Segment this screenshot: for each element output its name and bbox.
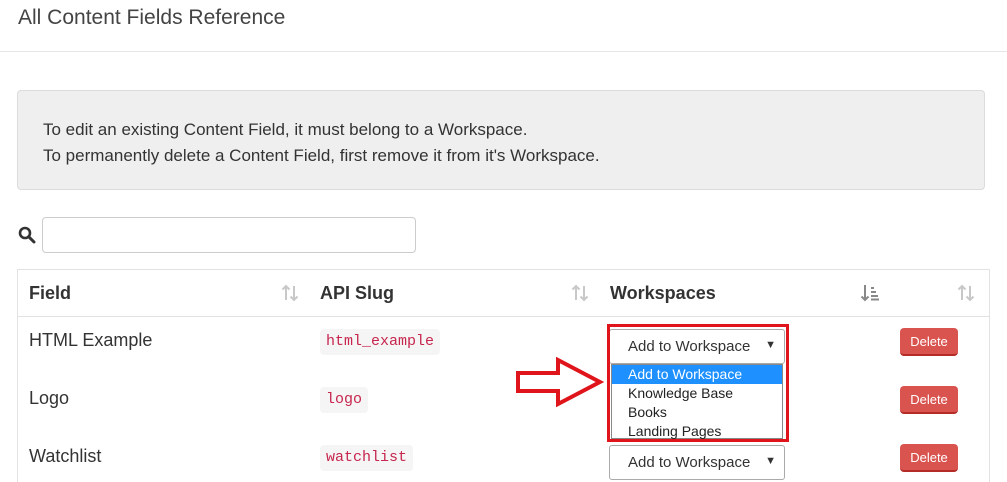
api-slug: logo: [320, 387, 369, 413]
workspace-select-value: Add to Workspace: [628, 338, 751, 355]
workspace-dropdown-list: Add to Workspace Knowledge Base Books La…: [611, 364, 783, 439]
chevron-down-icon: ▼: [765, 339, 776, 351]
sort-ascending-icon[interactable]: [860, 283, 880, 303]
header-divider: [18, 316, 989, 317]
header-workspaces[interactable]: Workspaces: [610, 283, 716, 304]
page-title: All Content Fields Reference: [18, 6, 286, 29]
search-icon: [18, 226, 36, 244]
info-notice: To edit an existing Content Field, it mu…: [17, 90, 985, 190]
notice-line-1: To edit an existing Content Field, it mu…: [43, 120, 528, 139]
title-divider: [0, 51, 1007, 52]
search-input[interactable]: [42, 217, 416, 253]
api-slug: watchlist: [320, 445, 414, 471]
header-api-slug[interactable]: API Slug: [320, 283, 394, 304]
sort-icon[interactable]: [570, 283, 590, 303]
api-slug: html_example: [320, 329, 441, 355]
content-fields-table: Field API Slug Workspaces HTML Example h…: [17, 269, 990, 482]
delete-button[interactable]: Delete: [900, 328, 958, 356]
delete-button[interactable]: Delete: [900, 386, 958, 414]
header-field[interactable]: Field: [29, 283, 71, 304]
workspace-select-value: Add to Workspace: [628, 454, 751, 471]
dropdown-option-knowledge-base[interactable]: Knowledge Base: [612, 384, 782, 403]
workspace-select[interactable]: Add to Workspace ▼: [609, 329, 785, 364]
workspace-select[interactable]: Add to Workspace ▼: [609, 445, 785, 480]
delete-button[interactable]: Delete: [900, 444, 958, 472]
dropdown-option-books[interactable]: Books: [612, 403, 782, 422]
dropdown-option-add-to-workspace[interactable]: Add to Workspace: [612, 365, 782, 384]
field-name: HTML Example: [29, 330, 153, 350]
chevron-down-icon: ▼: [765, 455, 776, 467]
field-name: Watchlist: [29, 446, 102, 466]
sort-icon[interactable]: [280, 283, 300, 303]
notice-line-2: To permanently delete a Content Field, f…: [43, 146, 600, 165]
dropdown-option-landing-pages[interactable]: Landing Pages: [612, 422, 782, 441]
field-name: Logo: [29, 388, 70, 408]
sort-icon[interactable]: [956, 283, 976, 303]
annotation-arrow-icon: [516, 357, 604, 407]
